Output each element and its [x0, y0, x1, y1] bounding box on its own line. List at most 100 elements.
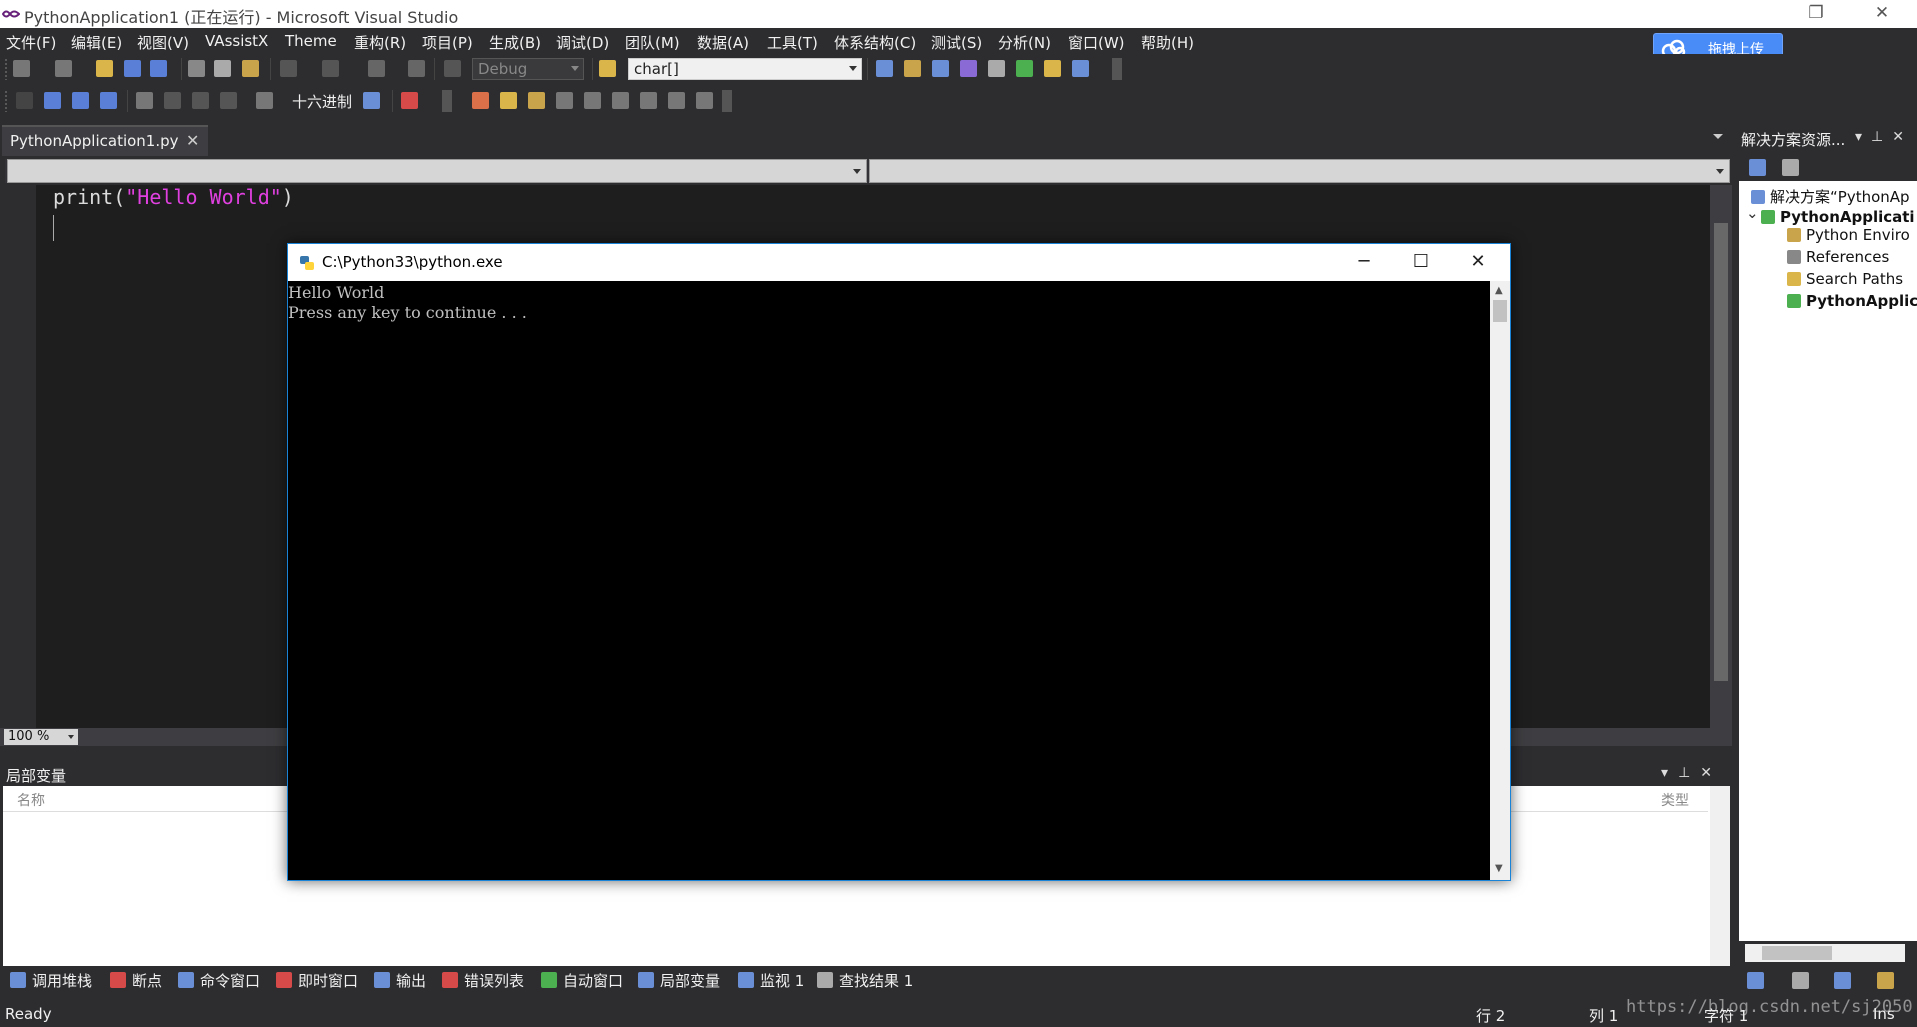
show-threads-icon[interactable] — [363, 92, 380, 109]
continue-icon[interactable] — [16, 92, 33, 109]
outdent-icon[interactable] — [584, 92, 601, 109]
panel-window-buttons[interactable]: ▾⊥✕ — [1855, 129, 1913, 145]
scroll-thumb[interactable] — [1493, 300, 1507, 322]
cut-icon[interactable] — [188, 60, 205, 77]
start-debug-icon[interactable] — [444, 60, 461, 77]
comment-icon[interactable] — [612, 92, 629, 109]
column-name[interactable]: 名称 — [17, 790, 45, 810]
close-tab-icon[interactable]: ✕ — [186, 131, 199, 150]
column-type[interactable]: 类型 — [1661, 790, 1689, 810]
find-combo[interactable]: char[] — [628, 58, 862, 80]
save-all-icon[interactable] — [150, 60, 167, 77]
uncomment-icon[interactable] — [640, 92, 657, 109]
thread-icon[interactable] — [256, 92, 273, 109]
restart-icon[interactable] — [100, 92, 117, 109]
restore-icon[interactable]: ❐ — [1790, 0, 1842, 28]
menu-window[interactable]: 窗口(W) — [1068, 32, 1125, 53]
tab-immediate-window[interactable]: 即时窗口 — [276, 970, 358, 991]
tab-error-list[interactable]: 错误列表 — [442, 970, 524, 991]
step-out-icon[interactable] — [220, 92, 237, 109]
scroll-up-icon[interactable]: ▲ — [1495, 285, 1503, 296]
indent-icon[interactable] — [556, 92, 573, 109]
minimize-icon[interactable]: ─ — [1335, 244, 1393, 281]
toolbar-grip[interactable] — [4, 58, 8, 80]
configuration-dropdown[interactable]: Debug — [472, 58, 584, 80]
breakpoints-icon[interactable] — [401, 92, 418, 109]
solution-explorer-tab-icon[interactable] — [1747, 972, 1764, 989]
tab-find-results-1[interactable]: 查找结果 1 — [817, 970, 913, 991]
close-icon[interactable]: ✕ — [1856, 0, 1908, 28]
open-file-icon[interactable] — [96, 60, 113, 77]
show-next-statement-icon[interactable] — [136, 92, 153, 109]
tree-search-paths[interactable]: Search Paths — [1787, 270, 1903, 288]
menu-theme[interactable]: Theme — [285, 32, 337, 50]
save-icon[interactable] — [124, 60, 141, 77]
menu-analyze[interactable]: 分析(N) — [998, 32, 1051, 53]
stop-icon[interactable] — [72, 92, 89, 109]
tab-pythonapplication1-py[interactable]: PythonApplication1.py ✕ — [2, 125, 208, 156]
tab-watch-1[interactable]: 监视 1 — [738, 970, 804, 991]
tab-call-stack[interactable]: 调用堆栈 — [10, 970, 92, 991]
extensions-icon[interactable] — [1044, 60, 1061, 77]
undo-icon[interactable] — [280, 60, 297, 77]
tree-project[interactable]: PythonApplicati — [1761, 208, 1915, 226]
solution-explorer-icon[interactable] — [876, 60, 893, 77]
copy-icon[interactable] — [214, 60, 231, 77]
tree-python-file[interactable]: PythonApplic — [1787, 292, 1917, 310]
panel-window-buttons[interactable]: ▾⊥✕ — [1661, 765, 1722, 781]
tab-locals[interactable]: 局部变量 — [638, 970, 720, 991]
zoom-dropdown[interactable]: 100 % — [4, 729, 78, 745]
navigate-forward-icon[interactable] — [408, 60, 425, 77]
menu-vassistx[interactable]: VAssistX — [205, 32, 268, 50]
paste-icon[interactable] — [242, 60, 259, 77]
solution-horizontal-scrollbar[interactable] — [1745, 944, 1905, 962]
properties-icon[interactable] — [1749, 159, 1766, 176]
console-window[interactable]: C:\Python33\python.exe ─ ☐ ✕ Hello World… — [287, 243, 1511, 881]
console-scrollbar[interactable]: ▲ ▼ — [1490, 281, 1510, 880]
types-dropdown[interactable] — [7, 159, 867, 183]
menu-file[interactable]: 文件(F) — [6, 32, 56, 53]
scroll-thumb[interactable] — [1762, 946, 1832, 960]
navigate-backward-icon[interactable] — [368, 60, 385, 77]
properties-tab-icon[interactable] — [1877, 972, 1894, 989]
team-explorer-tab-icon[interactable] — [1792, 972, 1809, 989]
menu-build[interactable]: 生成(B) — [489, 32, 541, 53]
hex-toggle-button[interactable]: 十六进制 — [292, 91, 352, 112]
close-icon[interactable]: ✕ — [1449, 244, 1507, 281]
class-view-tab-icon[interactable] — [1834, 972, 1851, 989]
menu-project[interactable]: 项目(P) — [422, 32, 473, 53]
menu-architecture[interactable]: 体系结构(C) — [834, 32, 916, 53]
menu-tools[interactable]: 工具(T) — [767, 32, 818, 53]
menu-data[interactable]: 数据(A) — [697, 32, 749, 53]
tab-breakpoints[interactable]: 断点 — [110, 970, 162, 991]
locals-scrollbar[interactable] — [1710, 786, 1730, 966]
edit-icon[interactable] — [500, 92, 517, 109]
step-into-icon[interactable] — [164, 92, 181, 109]
menu-view[interactable]: 视图(V) — [137, 32, 189, 53]
start-page-icon[interactable] — [1016, 60, 1033, 77]
members-dropdown[interactable] — [869, 159, 1730, 183]
maximize-icon[interactable]: ☐ — [1392, 244, 1450, 281]
toolbox-icon[interactable] — [960, 60, 977, 77]
format-icon[interactable] — [528, 92, 545, 109]
menu-test[interactable]: 测试(S) — [931, 32, 982, 53]
new-project-icon[interactable] — [13, 60, 30, 77]
pause-icon[interactable] — [44, 92, 61, 109]
editor-vertical-scrollbar[interactable] — [1710, 185, 1732, 728]
tab-autos[interactable]: 自动窗口 — [541, 970, 623, 991]
show-all-files-icon[interactable] — [1782, 159, 1799, 176]
next-bookmark-icon[interactable] — [696, 92, 713, 109]
bookmark-icon[interactable] — [668, 92, 685, 109]
menu-team[interactable]: 团队(M) — [625, 32, 680, 53]
scroll-down-icon[interactable]: ▼ — [1495, 863, 1503, 874]
breakpoint-toggle-icon[interactable] — [472, 92, 489, 109]
toolbar-overflow[interactable] — [442, 90, 452, 112]
tab-output[interactable]: 输出 — [374, 970, 426, 991]
toolbar-overflow[interactable] — [722, 90, 732, 112]
command-window-icon[interactable] — [1072, 60, 1089, 77]
scroll-thumb[interactable] — [1714, 223, 1728, 681]
tab-command-window[interactable]: 命令窗口 — [178, 970, 260, 991]
menu-edit[interactable]: 编辑(E) — [71, 32, 122, 53]
tools-icon[interactable] — [988, 60, 1005, 77]
expand-chevron-icon[interactable]: ⌄ — [1746, 204, 1759, 222]
